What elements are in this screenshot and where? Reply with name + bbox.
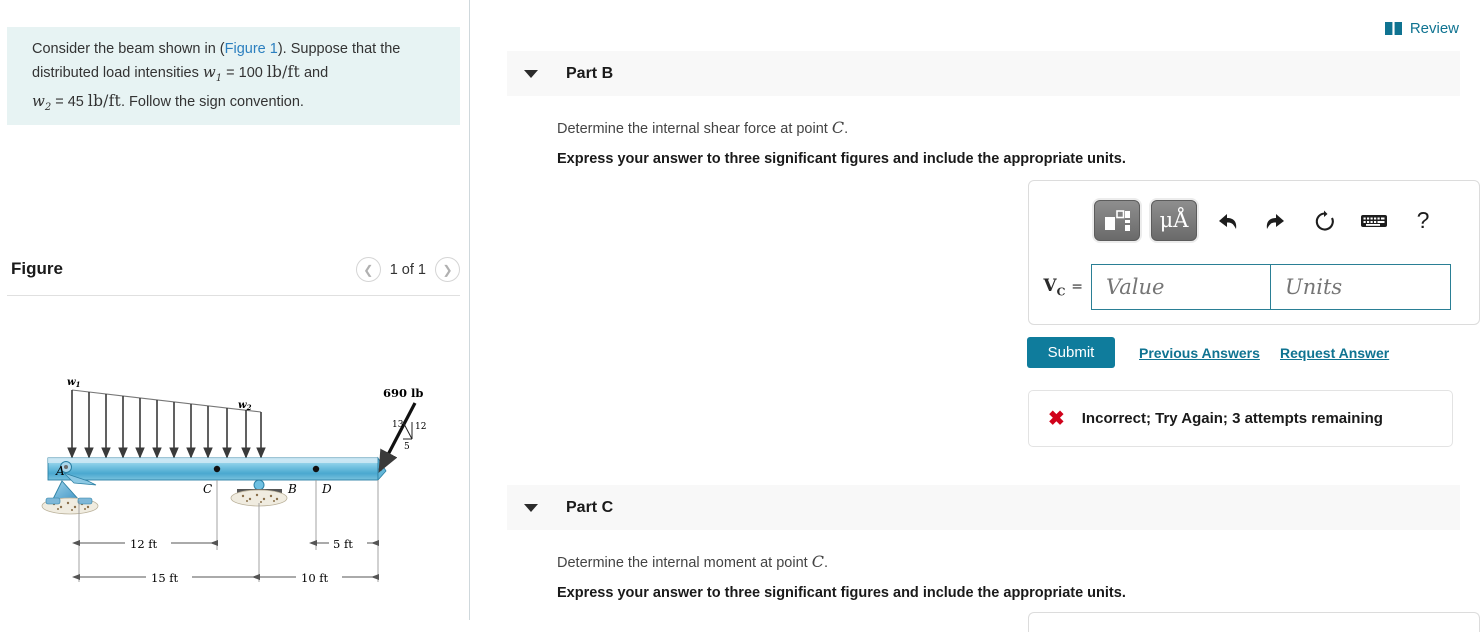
- undo-icon[interactable]: [1208, 202, 1246, 240]
- part-c-header[interactable]: Part C: [507, 485, 1460, 530]
- node-label-b: B: [287, 482, 297, 496]
- point-d-marker: [312, 465, 320, 473]
- units-icon[interactable]: μÅ: [1151, 200, 1197, 241]
- point-force-label: 690 lb: [383, 386, 423, 400]
- load-label-w2: w2: [238, 400, 252, 412]
- slope-hyp-label: 13: [392, 420, 404, 430]
- part-b-label: Part B: [566, 64, 614, 82]
- problem-text-and: and: [299, 65, 329, 81]
- figure-counter: 1 of 1: [389, 261, 426, 278]
- dim-5ft: 5 ft: [333, 537, 353, 551]
- review-label: Review: [1409, 20, 1459, 37]
- book-icon: [1384, 22, 1402, 35]
- feedback-banner: ✖ Incorrect; Try Again; 3 attempts remai…: [1028, 390, 1453, 447]
- equation-toolbar: μÅ ?: [1094, 200, 1442, 241]
- part-b-instruction: Express your answer to three significant…: [557, 151, 1126, 167]
- x-mark-icon: ✖: [1048, 407, 1065, 430]
- w1-units: lb/ft: [266, 63, 300, 81]
- submit-button[interactable]: Submit: [1027, 337, 1115, 368]
- node-label-d: D: [321, 482, 332, 496]
- chevron-left-icon[interactable]: ❮: [355, 257, 381, 282]
- part-b-prompt: Determine the internal shear force at po…: [557, 118, 848, 137]
- part-c-prompt-var: C: [811, 552, 824, 571]
- feedback-text: Incorrect; Try Again; 3 attempts remaini…: [1081, 410, 1383, 427]
- units-input[interactable]: [1271, 264, 1451, 310]
- part-c-prompt: Determine the internal moment at point C…: [557, 552, 828, 571]
- figure-title: Figure: [11, 259, 63, 278]
- load-label-w1: w1: [67, 377, 80, 389]
- node-label-c: C: [203, 482, 212, 496]
- dim-10ft: 10 ft: [301, 571, 329, 585]
- problem-line-2: distributed load intensities w1 = 100 lb…: [32, 61, 438, 90]
- point-c-marker: [213, 465, 221, 473]
- answer-variable-label: VC =: [1043, 275, 1083, 299]
- part-b-answer-card: μÅ ? VC = Value Units: [1028, 180, 1480, 325]
- dim-15ft: 15 ft: [151, 571, 179, 585]
- answer-row: VC =: [1043, 264, 1451, 310]
- right-panel: Review Part B Determine the internal she…: [471, 0, 1481, 632]
- problem-line-3: w2 = 45 lb/ft. Follow the sign conventio…: [32, 90, 438, 119]
- problem-line-1: Consider the beam shown in (Figure 1). S…: [32, 38, 438, 61]
- part-b-prompt-var: C: [831, 118, 845, 137]
- w2-units: lb/ft: [87, 92, 121, 110]
- problem-text-pre: Consider the beam shown in (: [32, 41, 225, 57]
- w2-symbol: w2: [32, 92, 52, 113]
- redo-icon[interactable]: [1257, 202, 1295, 240]
- part-c-instruction: Express your answer to three significant…: [557, 585, 1126, 601]
- w1-value: = 100: [222, 65, 267, 81]
- value-input[interactable]: [1091, 264, 1271, 310]
- template-icon[interactable]: [1094, 200, 1140, 241]
- caret-down-icon[interactable]: [524, 69, 538, 78]
- figure-header: Figure ❮ 1 of 1 ❯: [7, 255, 460, 297]
- problem-text-post: ). Suppose that the: [277, 41, 401, 57]
- w2-value: = 45: [51, 94, 88, 110]
- part-c-prompt-period: .: [823, 555, 828, 571]
- dim-12ft: 12 ft: [130, 537, 158, 551]
- w1-symbol: w1: [202, 63, 223, 84]
- figure-divider: [7, 295, 460, 296]
- problem-text-convention: . Follow the sign convention.: [120, 94, 304, 110]
- left-panel: Consider the beam shown in (Figure 1). S…: [0, 0, 470, 620]
- slope-horiz-label: 5: [404, 442, 410, 452]
- node-label-a: A: [55, 464, 65, 478]
- part-c-prompt-text: Determine the internal moment at point: [557, 555, 812, 571]
- keyboard-icon[interactable]: [1355, 202, 1393, 240]
- help-icon[interactable]: ?: [1404, 202, 1442, 240]
- part-b-prompt-text: Determine the internal shear force at po…: [557, 121, 832, 137]
- chevron-right-icon[interactable]: ❯: [435, 257, 460, 282]
- problem-text-w1-pre: distributed load intensities: [32, 65, 203, 81]
- figure-nav: ❮ 1 of 1 ❯: [355, 257, 460, 282]
- request-answer-link[interactable]: Request Answer: [1280, 345, 1389, 361]
- part-b-header[interactable]: Part B: [507, 51, 1460, 96]
- part-b-prompt-period: .: [844, 121, 849, 137]
- part-c-label: Part C: [566, 498, 614, 516]
- beam-diagram: w1 w2 A C B D 690 lb 13 12 5 12 ft 5 ft …: [41, 377, 426, 585]
- reset-icon[interactable]: [1306, 202, 1344, 240]
- previous-answers-link[interactable]: Previous Answers: [1139, 345, 1260, 361]
- review-link[interactable]: Review: [1384, 20, 1459, 37]
- part-c-answer-card: [1028, 612, 1480, 632]
- slope-vert-label: 12: [415, 422, 426, 432]
- figure-1-link[interactable]: Figure 1: [225, 41, 278, 57]
- caret-down-icon[interactable]: [524, 503, 538, 512]
- problem-statement: Consider the beam shown in (Figure 1). S…: [7, 27, 460, 125]
